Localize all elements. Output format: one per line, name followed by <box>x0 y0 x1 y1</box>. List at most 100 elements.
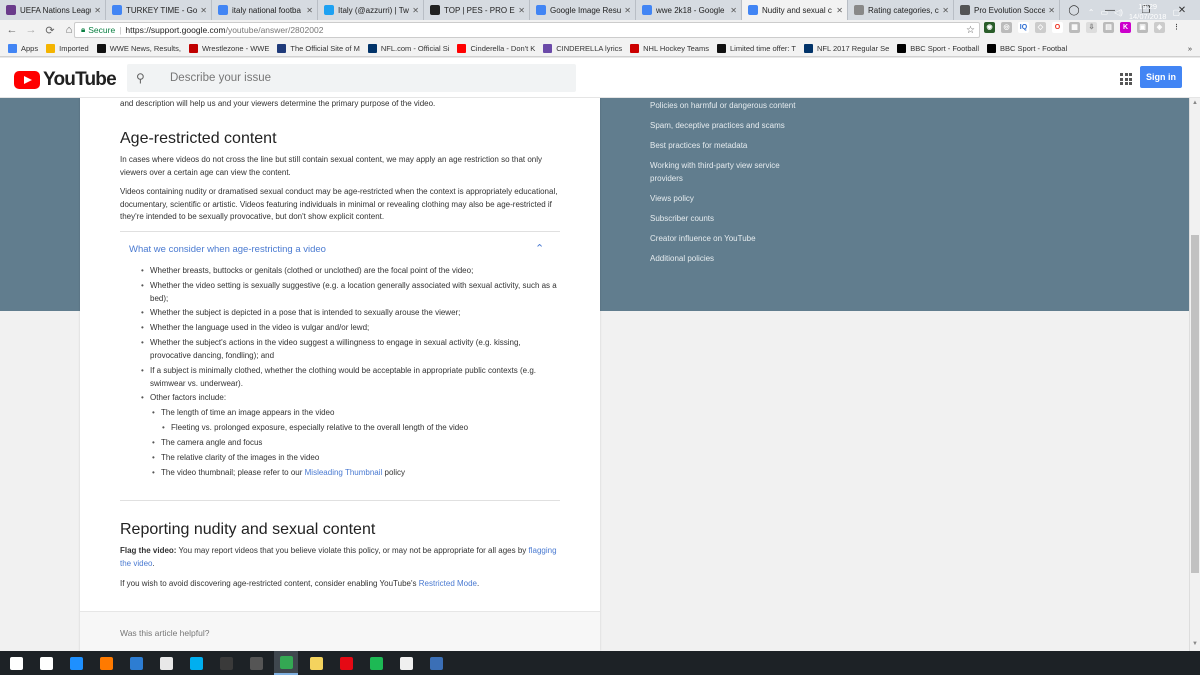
sidebar-link-subscribers[interactable]: Subscriber counts <box>650 213 800 226</box>
bookmark-item[interactable]: Cinderella - Don't K <box>457 43 535 53</box>
bookmark-item[interactable]: CINDERELLA lyrics <box>543 43 622 53</box>
bbc-icon <box>987 43 997 53</box>
pin-extension-icon[interactable]: ◇ <box>1035 22 1046 33</box>
bookmark-item[interactable]: BBC Sport - Footbal <box>987 43 1067 53</box>
browser-tab[interactable]: Italy (@azzurri) | Tw ✕ <box>318 0 424 20</box>
bookmark-item[interactable]: Imported <box>46 43 89 53</box>
browser-tab[interactable]: TOP | PES - PRO EVO✕ <box>424 0 530 20</box>
flag-text: You may report videos that you believe v… <box>176 546 529 555</box>
url-bar[interactable]: 🔒︎ Secure | https://support.google.com /… <box>74 22 980 38</box>
misleading-thumbnail-link[interactable]: Misleading Thumbnail <box>305 468 383 477</box>
close-tab-icon[interactable]: ✕ <box>412 6 419 15</box>
bookmark-item[interactable]: Limited time offer: T <box>716 43 796 53</box>
taskbar-app[interactable] <box>274 651 298 675</box>
taskbar-app[interactable] <box>94 651 118 675</box>
bookmark-item[interactable]: NFL.com - Official Si <box>367 43 449 53</box>
forward-arrow-icon[interactable]: → <box>24 24 38 36</box>
sidebar-link-additional[interactable]: Additional policies <box>650 253 800 266</box>
thumbnail-text: The video thumbnail; please refer to our <box>161 468 305 477</box>
taskbar-app[interactable] <box>304 651 328 675</box>
scrollbar-thumb[interactable] <box>1191 235 1199 573</box>
bookmark-item[interactable]: NFL 2017 Regular Se <box>803 43 889 53</box>
browser-tab[interactable]: wwe 2k18 - Google ✕ <box>636 0 742 20</box>
sidebar-link-harmful[interactable]: Policies on harmful or dangerous content <box>650 100 800 113</box>
media-icon <box>249 656 263 670</box>
browser-tab[interactable]: Google Image Resul ✕ <box>530 0 636 20</box>
bookmark-item[interactable]: BBC Sport - Football <box>897 43 979 53</box>
google-icon <box>218 5 228 15</box>
apps-grid-icon[interactable] <box>1120 73 1132 85</box>
volume-icon[interactable]: ◁) <box>1114 8 1123 17</box>
close-tab-icon[interactable]: ✕ <box>836 6 843 15</box>
bookmarks-overflow-icon[interactable]: » <box>1188 44 1192 53</box>
sidebar-link-creator-influence[interactable]: Creator influence on YouTube <box>650 233 800 246</box>
list-item: Whether the language used in the video i… <box>141 322 550 335</box>
close-tab-icon[interactable]: ✕ <box>306 6 313 15</box>
az-icon <box>543 43 553 53</box>
close-tab-icon[interactable]: ✕ <box>624 6 631 15</box>
bookmark-label: WWE News, Results, <box>109 43 181 53</box>
page-scrollbar[interactable]: ▲ ▼ <box>1189 98 1200 651</box>
puzzle-extension-icon[interactable]: ▦ <box>1069 22 1080 33</box>
help-search-box[interactable]: ⚲ Describe your issue <box>127 64 576 92</box>
youtube-logo[interactable]: YouTube <box>14 69 117 91</box>
bookmark-item[interactable]: WWE News, Results, <box>96 43 181 53</box>
close-tab-icon[interactable]: ✕ <box>94 6 101 15</box>
browser-tab[interactable]: TURKEY TIME - Goo ✕ <box>106 0 212 20</box>
close-tab-icon[interactable]: ✕ <box>518 6 525 15</box>
chevron-up-icon[interactable]: ⌃ <box>535 242 544 255</box>
sign-in-button[interactable]: Sign in <box>1140 66 1182 88</box>
bookmark-item[interactable]: The Official Site of M <box>277 43 360 53</box>
browser-tab[interactable]: Rating categories, c ✕ <box>848 0 954 20</box>
gray-extension-icon[interactable]: ◎ <box>1001 22 1012 33</box>
taskbar-app[interactable] <box>244 651 268 675</box>
taskbar-app[interactable] <box>214 651 238 675</box>
shield-extension-icon[interactable]: ◉ <box>984 22 995 33</box>
skype-icon <box>189 656 203 670</box>
taskbar-app[interactable] <box>64 651 88 675</box>
browser-tab[interactable]: UEFA Nations League ✕ <box>0 0 106 20</box>
taskbar-app[interactable] <box>4 651 28 675</box>
sidebar-link-spam[interactable]: Spam, deceptive practices and scams <box>650 120 800 133</box>
list-item: Whether the subject is depicted in a pos… <box>141 307 550 320</box>
sidebar-link-metadata[interactable]: Best practices for metadata <box>650 140 800 153</box>
taskbar-app[interactable] <box>334 651 358 675</box>
user-profile-icon[interactable]: ◯ <box>1056 5 1092 16</box>
notifications-icon[interactable]: ▢ <box>1172 8 1180 17</box>
taskbar-app[interactable] <box>184 651 208 675</box>
accordion-toggle-age-restricting[interactable]: What we consider when age-restricting a … <box>129 244 326 255</box>
bookmark-star-icon[interactable]: ☆ <box>966 25 975 36</box>
url-host: https://support.google.com <box>125 25 226 35</box>
sidebar-link-third-party[interactable]: Working with third-party view service pr… <box>650 160 800 185</box>
opera-extension-icon[interactable]: O <box>1052 22 1063 33</box>
restricted-mode-link[interactable]: Restricted Mode <box>419 579 477 588</box>
sidebar-link-views[interactable]: Views policy <box>650 193 800 206</box>
search-icon[interactable]: ⚲ <box>136 71 154 85</box>
taskbar-app[interactable] <box>154 651 178 675</box>
network-icon[interactable]: ▭ <box>1101 8 1109 17</box>
close-tab-icon[interactable]: ✕ <box>942 6 949 15</box>
sub-list-item: The length of time an image appears in t… <box>152 407 541 420</box>
taskbar-app[interactable] <box>424 651 448 675</box>
taskbar-app[interactable] <box>124 651 148 675</box>
close-tab-icon[interactable]: ✕ <box>730 6 737 15</box>
bookmark-item[interactable]: Apps <box>8 43 38 53</box>
taskbar-app[interactable] <box>364 651 388 675</box>
clock[interactable]: 19:29 14/07/2018 <box>1129 2 1167 22</box>
scroll-up-arrow-icon[interactable]: ▲ <box>1192 100 1198 106</box>
taskbar-app[interactable] <box>394 651 418 675</box>
scroll-down-arrow-icon[interactable]: ▼ <box>1192 641 1198 647</box>
close-tab-icon[interactable]: ✕ <box>1048 6 1055 15</box>
tray-chevron-icon[interactable]: ⌃ <box>1088 8 1095 17</box>
bookmark-item[interactable]: Wrestlezone - WWE <box>188 43 269 53</box>
browser-tab[interactable]: italy national footba ✕ <box>212 0 318 20</box>
browser-tab[interactable]: Pro Evolution Socce ✕ <box>954 0 1060 20</box>
reload-icon[interactable]: ⟳ <box>43 24 57 37</box>
close-tab-icon[interactable]: ✕ <box>200 6 207 15</box>
taskbar-app[interactable] <box>34 651 58 675</box>
browser-tab[interactable]: Nudity and sexual c ✕ <box>742 0 848 20</box>
bookmark-item[interactable]: NHL Hockey Teams <box>630 43 709 53</box>
help-page: and description will help us and your vi… <box>0 98 1189 651</box>
iq-extension-icon[interactable]: IQ <box>1018 22 1029 33</box>
back-arrow-icon[interactable]: ← <box>5 24 19 36</box>
